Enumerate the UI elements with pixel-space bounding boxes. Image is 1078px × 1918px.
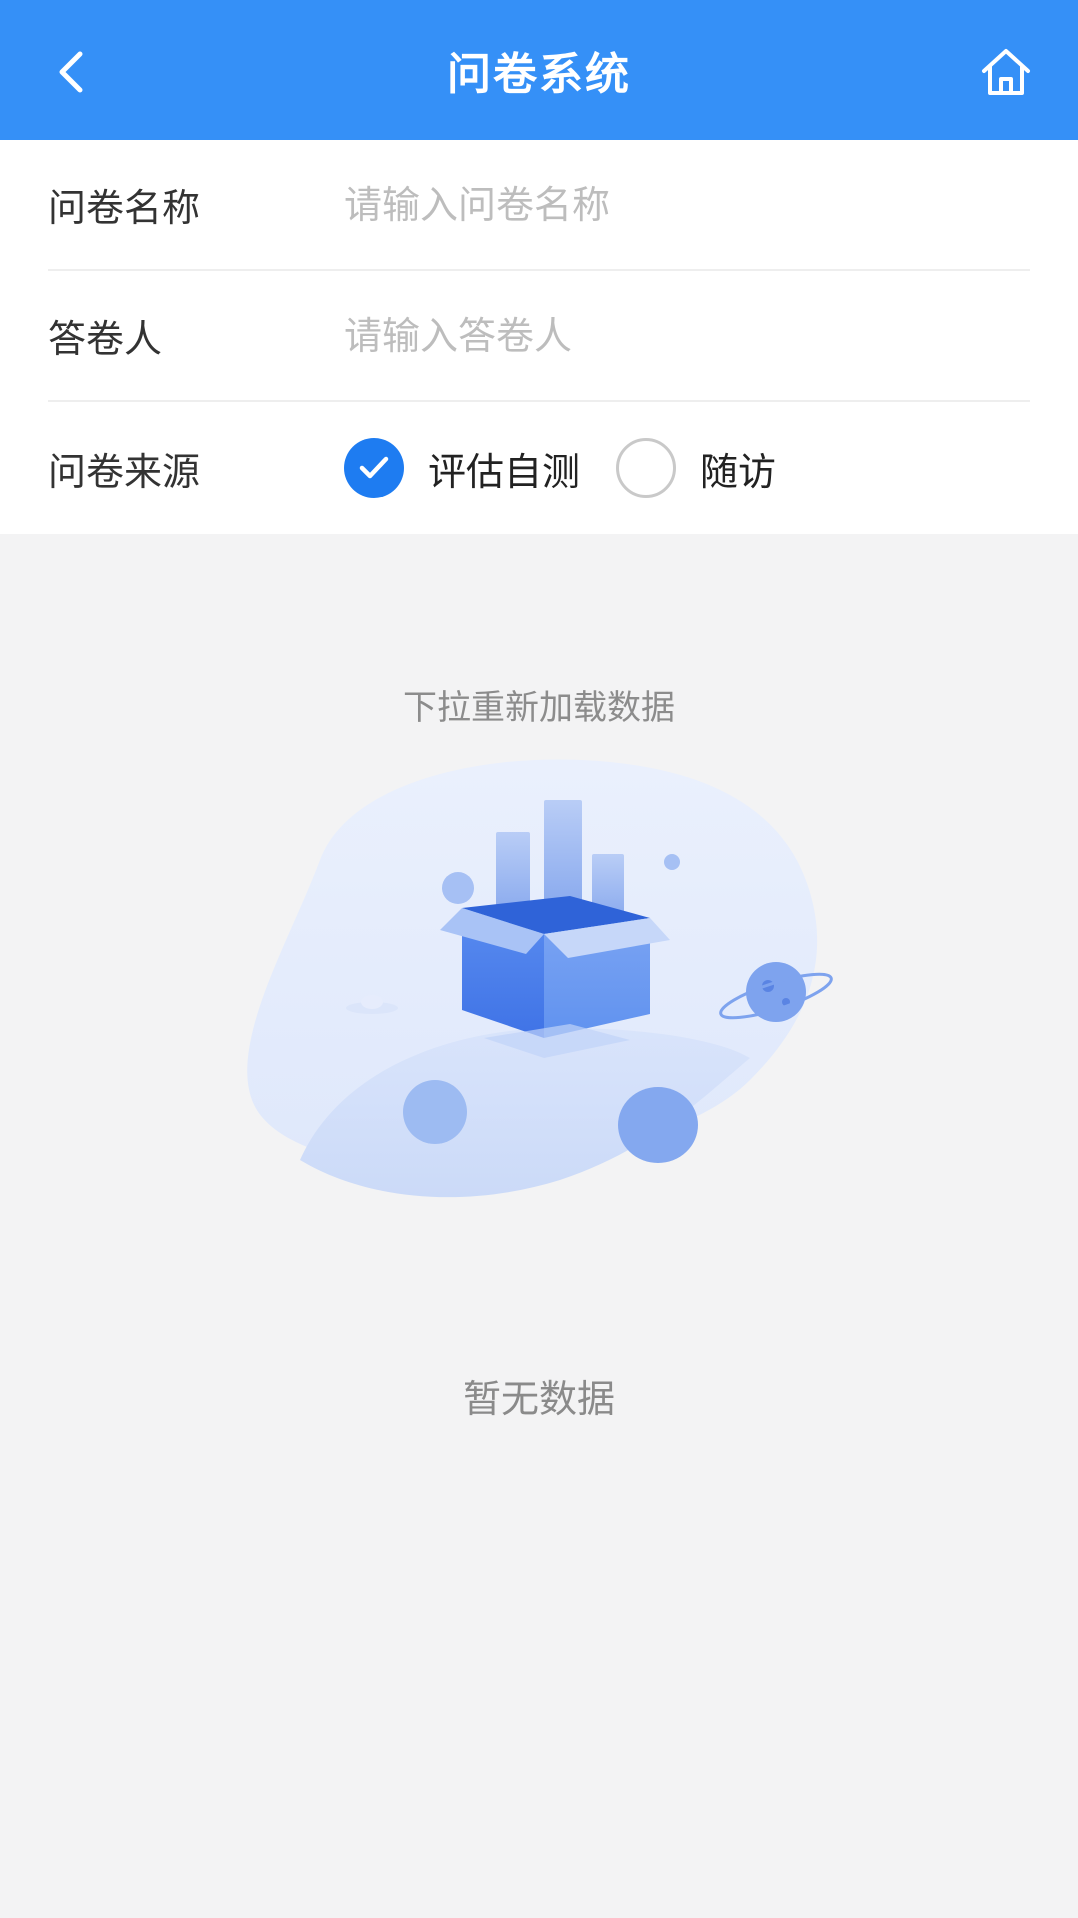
questionnaire-name-label: 问卷名称 [48,186,201,230]
app-root: 问卷系统 问卷名称 答卷人 问卷来源 [0,0,1078,1918]
respondent-label: 答卷人 [48,317,163,361]
source-option-label: 评估自测 [428,449,581,494]
app-header: 问卷系统 [0,0,1078,140]
respondent-input[interactable] [344,313,1030,358]
pull-to-refresh-hint: 下拉重新加载数据 [403,688,675,728]
source-option-label: 随访 [700,449,777,494]
filter-form: 问卷名称 答卷人 问卷来源 评估自测 随访 [0,140,1078,534]
home-icon [982,49,1030,95]
questionnaire-source-row: 问卷来源 评估自测 随访 [48,402,1030,534]
empty-state-message: 暂无数据 [462,1377,615,1421]
back-button[interactable] [40,40,104,104]
source-option-follow-up[interactable]: 随访 [616,438,776,498]
home-button[interactable] [974,40,1038,104]
questionnaire-name-input[interactable] [344,182,1030,227]
respondent-row: 答卷人 [48,271,1030,402]
source-radio-group: 评估自测 随访 [344,438,812,498]
questionnaire-source-label: 问卷来源 [48,449,201,494]
page-title: 问卷系统 [447,49,631,100]
chevron-left-icon [59,51,83,93]
radio-unchecked-icon [616,438,677,498]
radio-checked-icon [344,438,404,498]
empty-box-illustration [247,759,833,1198]
source-option-self-assessment[interactable]: 评估自测 [344,438,580,498]
questionnaire-name-row: 问卷名称 [48,140,1030,271]
